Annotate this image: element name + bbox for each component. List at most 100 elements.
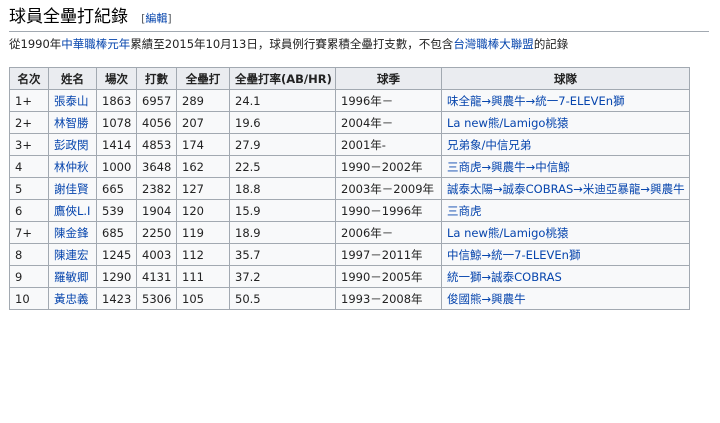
column-header-at-bats: 打數 — [136, 67, 177, 90]
games-cell: 1290 — [96, 265, 137, 288]
home-run-rate-cell: 50.5 — [229, 287, 336, 310]
season-cell: 1990－1996年 — [335, 199, 442, 222]
rank-cell: 8 — [9, 243, 49, 266]
table-row: 10 黃忠義 1423 5306 105 50.5 1993－2008年 俊國熊→興農牛 — [9, 287, 690, 310]
table-cell-team: 味全龍→興農牛→統一7-ELEVEn獅 — [441, 89, 690, 112]
season-cell: 2004年－ — [335, 111, 442, 134]
edit-section: [編輯] — [141, 12, 172, 25]
table-row: 4 林仲秋 1000 3648 162 22.5 1990－2002年 三商虎→興農牛→中信鯨 — [9, 155, 690, 178]
player-name-link[interactable]: 謝佳賢 — [54, 182, 89, 196]
rank-cell: 9 — [9, 265, 49, 288]
team-history-link[interactable]: 兄弟象/中信兄弟 — [447, 138, 531, 152]
table-header-row: 名次 姓名 場次 打數 全壘打 全壘打率(AB/HR) 球季 球隊 — [9, 67, 690, 90]
edit-link[interactable]: 編輯 — [145, 12, 167, 25]
table-cell-team: 三商虎 — [441, 199, 690, 222]
player-name-link[interactable]: 陳連宏 — [54, 248, 89, 262]
player-name-link[interactable]: 彭政閔 — [54, 138, 89, 152]
home-runs-cell: 162 — [176, 155, 230, 178]
player-name-link[interactable]: 張泰山 — [54, 94, 89, 108]
season-cell: 2001年- — [335, 133, 442, 156]
table-body: 1+ 張泰山 1863 6957 289 24.1 1996年－ 味全龍→興農牛→統一7-EL… — [9, 89, 690, 310]
rank-cell: 3+ — [9, 133, 49, 156]
player-name-link[interactable]: 林仲秋 — [54, 160, 89, 174]
home-run-records-table: 名次 姓名 場次 打數 全壘打 全壘打率(AB/HR) 球季 球隊 1+ 張泰山 1863 6957… — [9, 67, 690, 310]
section-heading: 球員全壘打紀錄 [編輯] — [9, 5, 709, 32]
rank-cell: 2+ — [9, 111, 49, 134]
player-name-link[interactable]: 林智勝 — [54, 116, 89, 130]
season-cell: 1996年－ — [335, 89, 442, 112]
column-header-name: 姓名 — [48, 67, 97, 90]
home-runs-cell: 111 — [176, 265, 230, 288]
season-cell: 1997－2011年 — [335, 243, 442, 266]
home-runs-cell: 119 — [176, 221, 230, 244]
home-runs-cell: 112 — [176, 243, 230, 266]
table-cell-name: 林智勝 — [48, 111, 97, 134]
table-cell-name: 羅敏卿 — [48, 265, 97, 288]
rank-cell: 1+ — [9, 89, 49, 112]
player-name-link[interactable]: 陳金鋒 — [54, 226, 89, 240]
games-cell: 1245 — [96, 243, 137, 266]
team-history-link[interactable]: 俊國熊→興農牛 — [447, 292, 526, 306]
rank-cell: 4 — [9, 155, 49, 178]
section-title: 球員全壘打紀錄 — [9, 7, 128, 27]
at-bats-cell: 5306 — [136, 287, 177, 310]
at-bats-cell: 1904 — [136, 199, 177, 222]
table-cell-team: 誠泰太陽→誠泰COBRAS→米迪亞暴龍→興農牛 — [441, 177, 690, 200]
team-history-link[interactable]: 三商虎→興農牛→中信鯨 — [447, 160, 570, 174]
games-cell: 1414 — [96, 133, 137, 156]
home-runs-cell: 207 — [176, 111, 230, 134]
table-row: 9 羅敏卿 1290 4131 111 37.2 1990－2005年 統一獅→誠泰COBRA… — [9, 265, 690, 288]
at-bats-cell: 6957 — [136, 89, 177, 112]
home-runs-cell: 105 — [176, 287, 230, 310]
intro-text-2: 累績至2015年10月13日，球員例行賽累積全壘打支數，不包含 — [130, 37, 454, 51]
table-cell-team: 俊國熊→興農牛 — [441, 287, 690, 310]
home-runs-cell: 289 — [176, 89, 230, 112]
table-cell-team: 中信鯨→統一7-ELEVEn獅 — [441, 243, 690, 266]
season-cell: 2006年－ — [335, 221, 442, 244]
table-row: 1+ 張泰山 1863 6957 289 24.1 1996年－ 味全龍→興農牛→統一7-EL… — [9, 89, 690, 112]
at-bats-cell: 4056 — [136, 111, 177, 134]
team-history-link[interactable]: 中信鯨→統一7-ELEVEn獅 — [447, 248, 580, 262]
intro-text-1: 從1990年 — [9, 37, 62, 51]
season-cell: 1993－2008年 — [335, 287, 442, 310]
table-cell-team: 兄弟象/中信兄弟 — [441, 133, 690, 156]
table-cell-name: 鷹俠L.I — [48, 199, 97, 222]
table-cell-name: 陳連宏 — [48, 243, 97, 266]
at-bats-cell: 4853 — [136, 133, 177, 156]
team-history-link[interactable]: 統一獅→誠泰COBRAS — [447, 270, 562, 284]
table-row: 6 鷹俠L.I 539 1904 120 15.9 1990－1996年 三商虎 — [9, 199, 690, 222]
player-name-link[interactable]: 羅敏卿 — [54, 270, 89, 284]
column-header-home-runs: 全壘打 — [176, 67, 230, 90]
column-header-season: 球季 — [335, 67, 442, 90]
team-history-link[interactable]: 味全龍→興農牛→統一7-ELEVEn獅 — [447, 94, 625, 108]
team-history-link[interactable]: 三商虎 — [447, 204, 482, 218]
player-name-link[interactable]: 黃忠義 — [54, 292, 89, 306]
table-row: 5 謝佳賢 665 2382 127 18.8 2003年－2009年 誠泰太陽→誠泰COBR… — [9, 177, 690, 200]
table-cell-name: 林仲秋 — [48, 155, 97, 178]
at-bats-cell: 4003 — [136, 243, 177, 266]
games-cell: 1000 — [96, 155, 137, 178]
home-run-rate-cell: 35.7 — [229, 243, 336, 266]
games-cell: 539 — [96, 199, 137, 222]
home-run-rate-cell: 24.1 — [229, 89, 336, 112]
at-bats-cell: 2382 — [136, 177, 177, 200]
table-cell-name: 陳金鋒 — [48, 221, 97, 244]
tml-link[interactable]: 台灣職棒大聯盟 — [453, 37, 534, 51]
column-header-home-run-rate: 全壘打率(AB/HR) — [229, 67, 336, 90]
team-history-link[interactable]: La new熊/Lamigo桃猿 — [447, 226, 568, 240]
rank-cell: 7+ — [9, 221, 49, 244]
table-row: 3+ 彭政閔 1414 4853 174 27.9 2001年- 兄弟象/中信兄弟 — [9, 133, 690, 156]
at-bats-cell: 3648 — [136, 155, 177, 178]
at-bats-cell: 2250 — [136, 221, 177, 244]
rank-cell: 10 — [9, 287, 49, 310]
home-run-rate-cell: 18.9 — [229, 221, 336, 244]
team-history-link[interactable]: 誠泰太陽→誠泰COBRAS→米迪亞暴龍→興農牛 — [447, 182, 685, 196]
team-history-link[interactable]: La new熊/Lamigo桃猿 — [447, 116, 568, 130]
cpbl-founding-year-link[interactable]: 中華職棒元年 — [61, 37, 130, 51]
table-cell-team: La new熊/Lamigo桃猿 — [441, 111, 690, 134]
table-cell-team: 統一獅→誠泰COBRAS — [441, 265, 690, 288]
home-runs-cell: 120 — [176, 199, 230, 222]
home-runs-cell: 127 — [176, 177, 230, 200]
home-run-rate-cell: 15.9 — [229, 199, 336, 222]
player-name-link[interactable]: 鷹俠L.I — [54, 204, 90, 218]
